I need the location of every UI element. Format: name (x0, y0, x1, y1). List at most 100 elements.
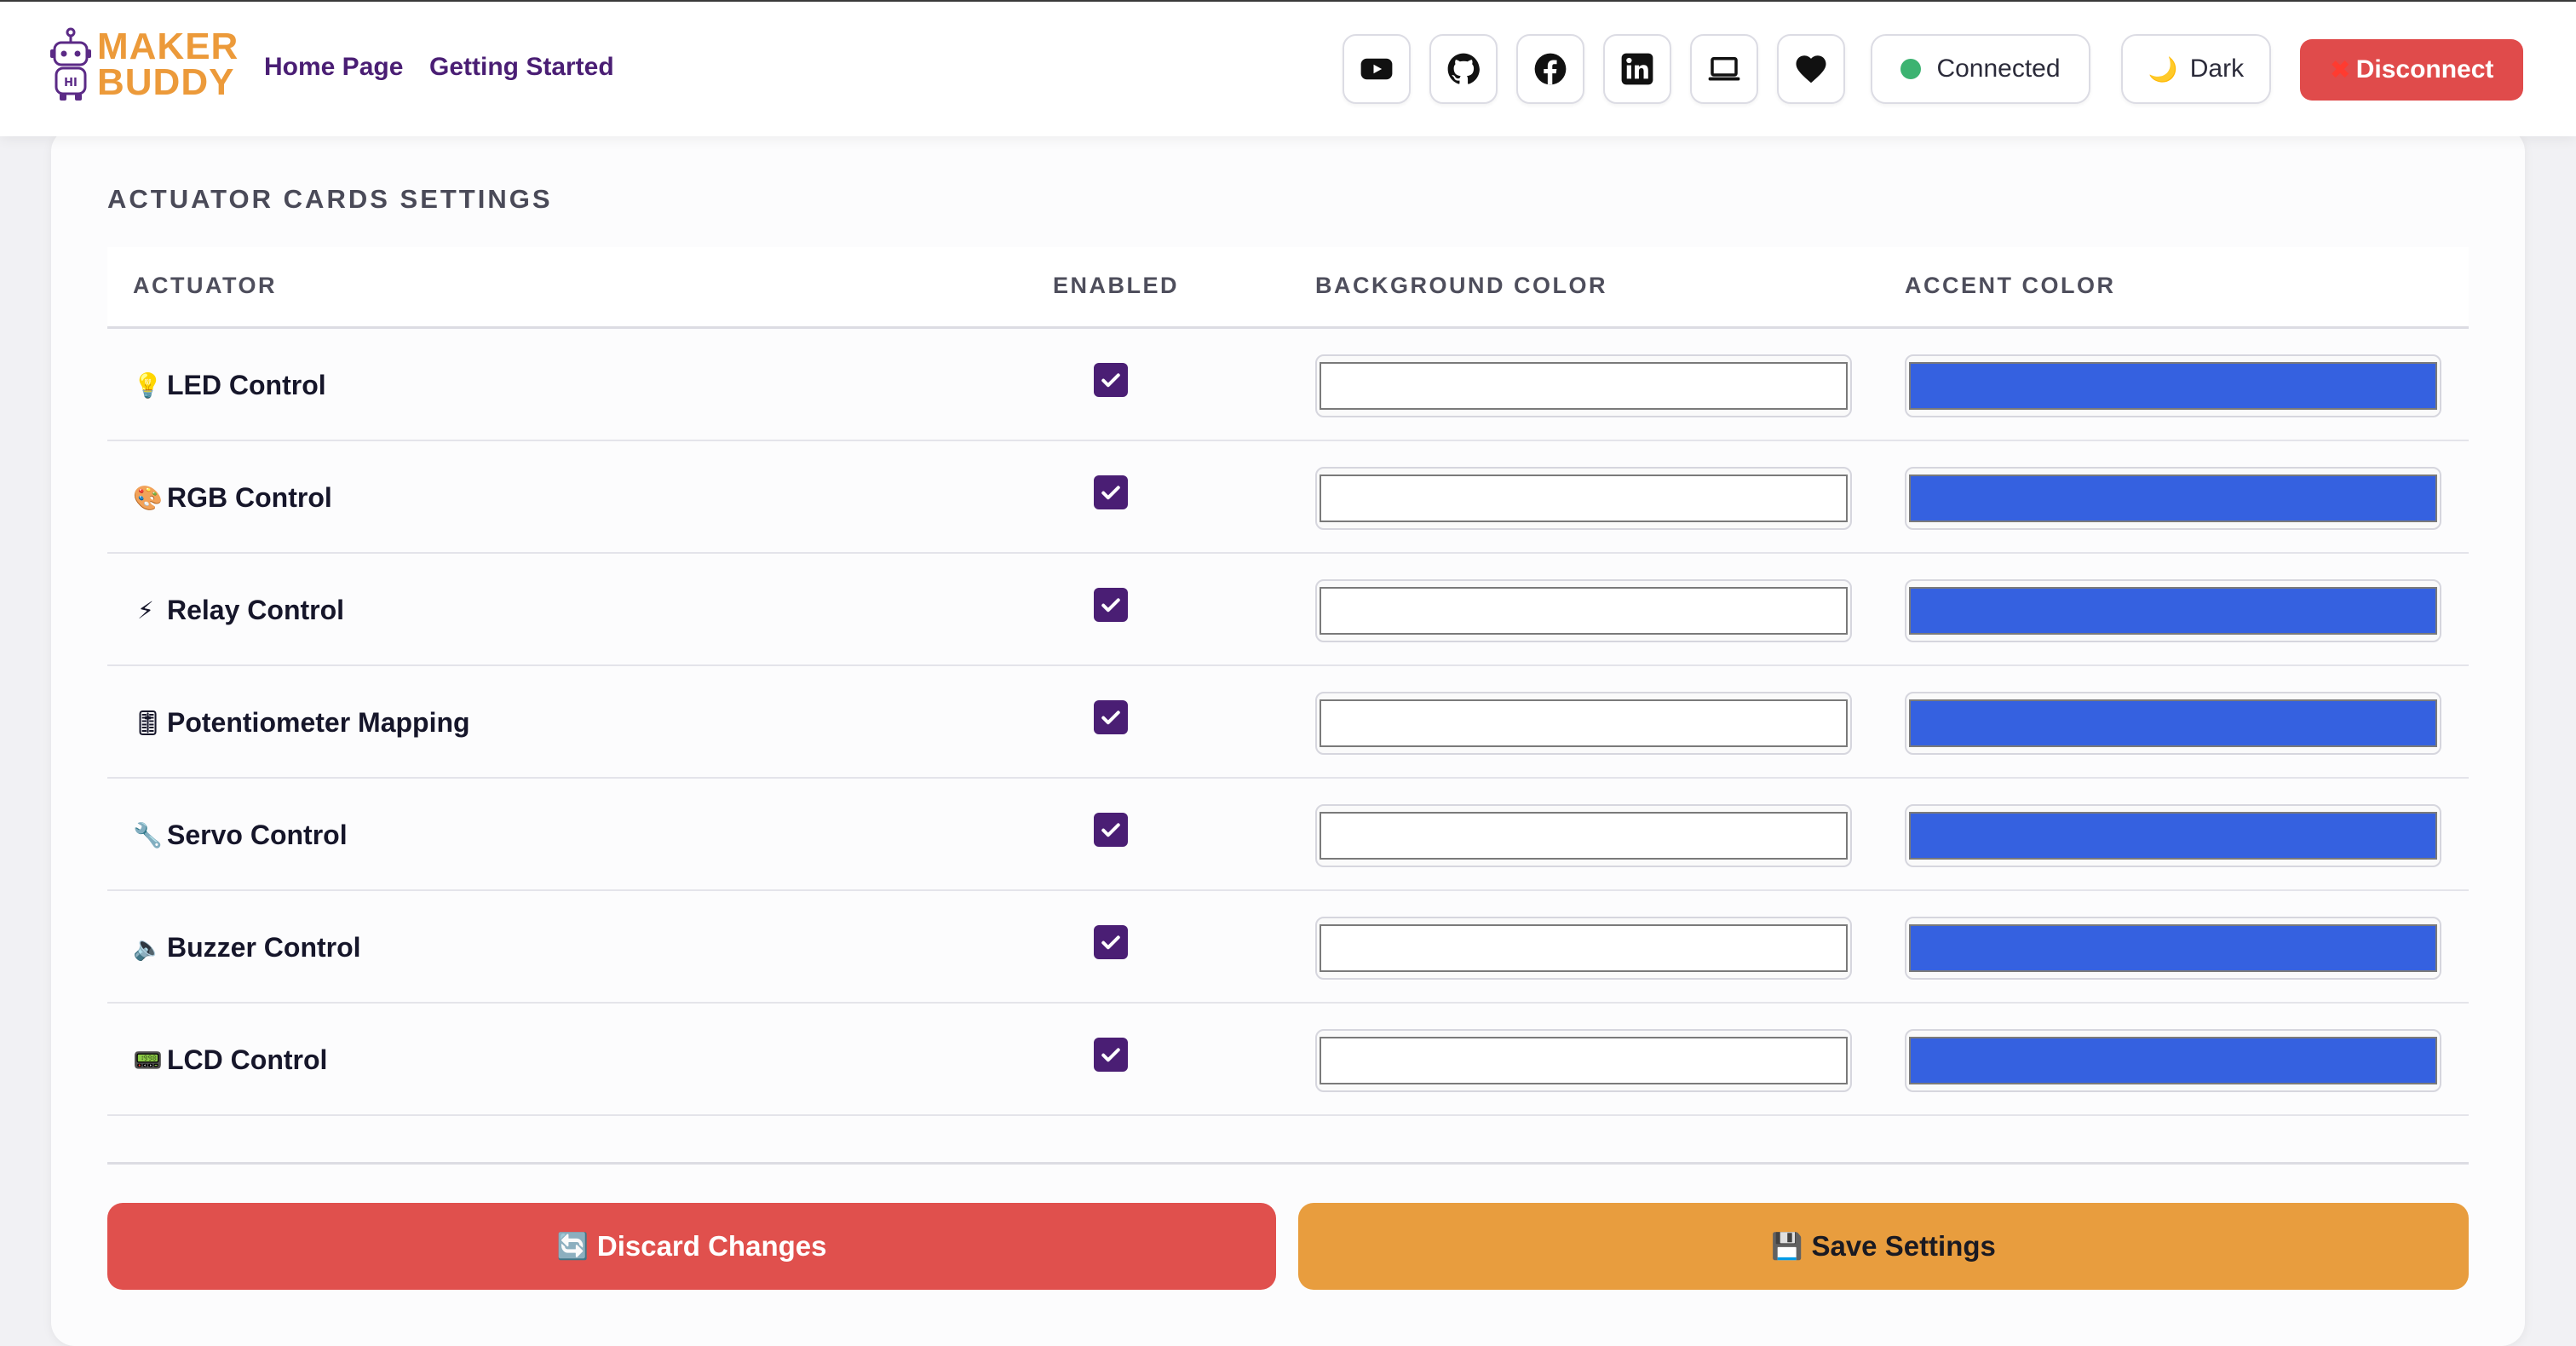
save-settings-label: Save Settings (1811, 1230, 1996, 1262)
section-title: ACTUATOR CARDS SETTINGS (107, 184, 553, 214)
accent-color-picker[interactable] (1905, 1029, 2441, 1092)
actuator-name: ⚡ Relay Control (133, 595, 344, 626)
actuator-label: LCD Control (167, 1044, 328, 1075)
background-color-picker[interactable] (1315, 354, 1852, 417)
actuator-icon: 📟 (133, 1047, 163, 1073)
enabled-checkbox[interactable] (1094, 925, 1128, 959)
column-header-actuator: ACTUATOR (133, 273, 277, 298)
heart-button[interactable] (1777, 34, 1845, 104)
actuator-name: 🎨 RGB Control (133, 482, 332, 514)
table-row: 🔈 Buzzer Control (107, 891, 2469, 1004)
column-header-accent-color: ACCENT COLOR (1905, 273, 2116, 298)
facebook-icon (1534, 53, 1567, 85)
theme-toggle-label: Dark (2189, 55, 2245, 83)
enabled-checkbox[interactable] (1094, 588, 1128, 622)
laptop-button[interactable] (1690, 34, 1758, 104)
actuator-icon: 🎚 (133, 710, 164, 736)
table-row: 🎚 Potentiometer Mapping (107, 666, 2469, 779)
table-row: 💡 LED Control (107, 329, 2469, 441)
actuator-label: Servo Control (167, 820, 348, 850)
actuator-icon: 🔈 (133, 935, 163, 961)
disconnect-label: Disconnect (2355, 55, 2494, 83)
checkmark-icon (1101, 486, 1120, 500)
accent-color-picker[interactable] (1905, 917, 2441, 980)
nav-link-getting-started[interactable]: Getting Started (429, 53, 614, 82)
table-row: 🔧 Servo Control (107, 779, 2469, 891)
background-color-picker[interactable] (1315, 692, 1852, 755)
actuator-name: 💡 LED Control (133, 370, 326, 401)
checkmark-icon (1101, 373, 1120, 388)
accent-color-picker[interactable] (1905, 804, 2441, 867)
table-header: ACTUATOR ENABLED BACKGROUND COLOR ACCENT… (107, 247, 2469, 329)
table-body: 💡 LED Control 🎨 RGB Control ⚡ Relay Control 🎚 P… (107, 329, 2469, 1116)
facebook-button[interactable] (1516, 34, 1584, 104)
linkedin-icon (1621, 53, 1653, 85)
accent-color-swatch (1909, 1037, 2437, 1084)
actuator-label: Buzzer Control (167, 932, 361, 963)
status-dot-icon (1900, 59, 1922, 79)
enabled-checkbox[interactable] (1094, 700, 1128, 734)
moon-icon: 🌙 (2148, 55, 2178, 83)
accent-color-swatch (1909, 587, 2437, 635)
actuator-icon: 🔧 (133, 822, 163, 848)
close-icon: ✖ (2329, 55, 2351, 84)
column-header-enabled: ENABLED (1053, 273, 1180, 298)
actuator-label: LED Control (167, 370, 326, 400)
background-color-swatch (1320, 362, 1848, 410)
checkmark-icon (1101, 1048, 1120, 1062)
background-color-picker[interactable] (1315, 917, 1852, 980)
actuator-icon: 💡 (133, 372, 163, 399)
actuator-label: RGB Control (167, 482, 332, 513)
robot-logo-icon: HI (50, 27, 91, 101)
actuator-name: 📟 LCD Control (133, 1044, 327, 1076)
youtube-button[interactable] (1343, 34, 1411, 104)
accent-color-swatch (1909, 699, 2437, 747)
background-color-swatch (1320, 699, 1848, 747)
table-row: ⚡ Relay Control (107, 554, 2469, 666)
background-color-picker[interactable] (1315, 579, 1852, 642)
floppy-disk-icon: 💾 (1771, 1232, 1803, 1261)
github-icon (1447, 53, 1480, 84)
github-button[interactable] (1429, 34, 1498, 104)
discard-changes-button[interactable]: 🔄 Discard Changes (107, 1203, 1276, 1290)
background-color-swatch (1320, 812, 1848, 860)
accent-color-picker[interactable] (1905, 467, 2441, 530)
actuator-label: Relay Control (167, 595, 345, 625)
accent-color-swatch (1909, 924, 2437, 972)
background-color-swatch (1320, 475, 1848, 522)
disconnect-button[interactable]: ✖ Disconnect (2300, 39, 2523, 101)
logo-text: MAKER BUDDY (97, 26, 239, 101)
enabled-checkbox[interactable] (1094, 1038, 1128, 1072)
accent-color-swatch (1909, 812, 2437, 860)
accent-color-picker[interactable] (1905, 354, 2441, 417)
nav-link-home[interactable]: Home Page (264, 53, 403, 82)
background-color-swatch (1320, 1037, 1848, 1084)
enabled-checkbox[interactable] (1094, 363, 1128, 397)
checkmark-icon (1101, 598, 1120, 613)
save-settings-button[interactable]: 💾 Save Settings (1298, 1203, 2469, 1290)
actuator-label: Potentiometer Mapping (167, 707, 470, 738)
linkedin-button[interactable] (1603, 34, 1671, 104)
logo[interactable]: HI MAKER BUDDY (48, 26, 239, 104)
background-color-picker[interactable] (1315, 804, 1852, 867)
logo-line-1: MAKER (97, 26, 239, 67)
background-color-picker[interactable] (1315, 1029, 1852, 1092)
discard-changes-label: Discard Changes (596, 1230, 827, 1262)
youtube-icon (1360, 58, 1393, 80)
theme-toggle-button[interactable]: 🌙 Dark (2121, 34, 2271, 104)
background-color-swatch (1320, 587, 1848, 635)
accent-color-picker[interactable] (1905, 692, 2441, 755)
top-navbar: HI MAKER BUDDY Home Page Getting Started (0, 0, 2576, 136)
accent-color-picker[interactable] (1905, 579, 2441, 642)
accent-color-swatch (1909, 362, 2437, 410)
accent-color-swatch (1909, 475, 2437, 522)
heart-icon (1796, 55, 1826, 83)
laptop-icon (1708, 57, 1740, 81)
background-color-picker[interactable] (1315, 467, 1852, 530)
enabled-checkbox[interactable] (1094, 475, 1128, 509)
connection-status-label: Connected (1936, 55, 2061, 83)
actuator-name: 🔈 Buzzer Control (133, 932, 361, 963)
divider (107, 1162, 2469, 1165)
enabled-checkbox[interactable] (1094, 813, 1128, 847)
checkmark-icon (1101, 710, 1120, 725)
